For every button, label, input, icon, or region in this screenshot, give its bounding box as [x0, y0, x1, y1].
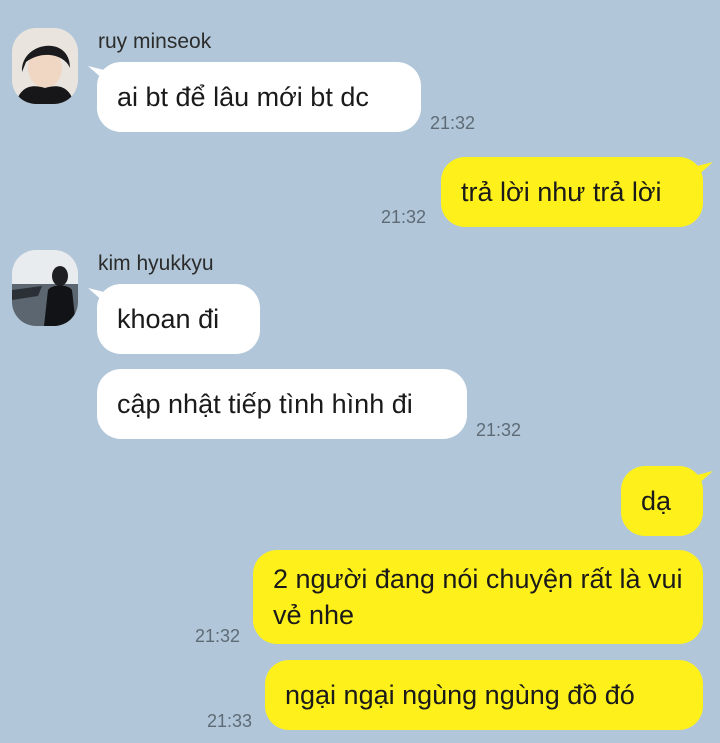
message-bubble-outgoing[interactable]: trả lời như trả lời: [441, 157, 703, 227]
avatar-photo-dark-hair-icon: [12, 28, 78, 104]
message-bubble-outgoing[interactable]: dạ: [621, 466, 703, 536]
message-bubble-incoming[interactable]: khoan đi: [97, 284, 260, 354]
bubble-tail-icon: [697, 162, 713, 176]
sender-name: kim hyukkyu: [98, 252, 214, 275]
sender-name: ruy minseok: [98, 30, 212, 53]
message-bubble-outgoing[interactable]: ngại ngại ngùng ngùng đồ đó: [265, 660, 703, 730]
message-timestamp: 21:32: [476, 420, 522, 440]
message-bubble-outgoing[interactable]: 2 người đang nói chuyện rất là vui vẻ nh…: [253, 550, 703, 644]
message-timestamp: 21:32: [430, 113, 476, 133]
avatar-photo-waterside-icon: [12, 250, 78, 326]
avatar-kim-hyukkyu[interactable]: [12, 250, 78, 326]
bubble-tail-icon: [697, 471, 713, 485]
message-bubble-incoming[interactable]: ai bt để lâu mới bt dc: [97, 62, 421, 132]
message-timestamp: 21:32: [195, 626, 241, 646]
message-timestamp: 21:33: [207, 711, 253, 731]
message-bubble-incoming[interactable]: cập nhật tiếp tình hình đi: [97, 369, 467, 439]
message-timestamp: 21:32: [381, 207, 427, 227]
avatar-ruy-minseok[interactable]: [12, 28, 78, 104]
